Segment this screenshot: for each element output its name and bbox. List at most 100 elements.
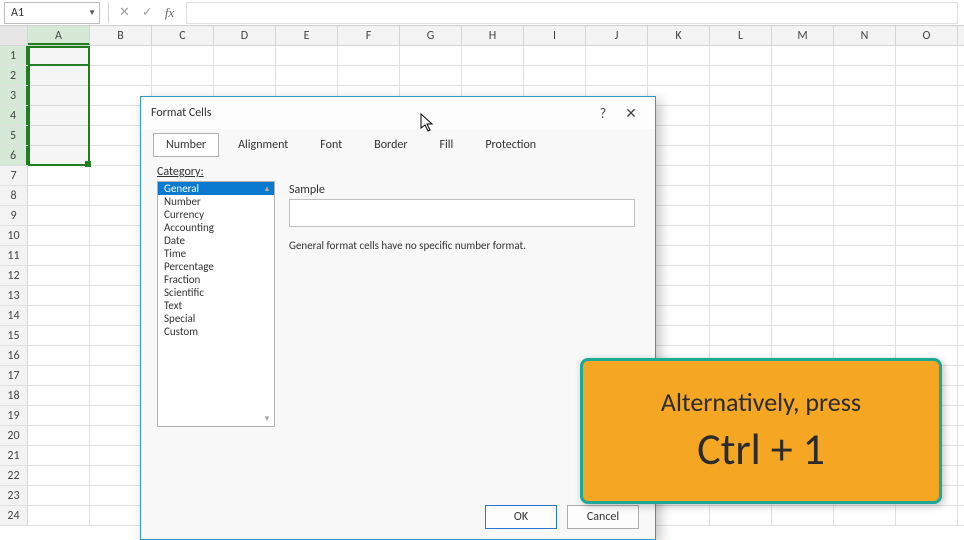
row-header[interactable]: 5	[0, 126, 28, 145]
column-header[interactable]: J	[586, 26, 648, 45]
cell[interactable]	[28, 486, 90, 505]
row-header[interactable]: 15	[0, 326, 28, 345]
tab-font[interactable]: Font	[307, 133, 355, 157]
cell[interactable]	[834, 226, 896, 245]
cell[interactable]	[524, 46, 586, 65]
cell[interactable]	[896, 166, 958, 185]
row-header[interactable]: 19	[0, 406, 28, 425]
cell[interactable]	[400, 46, 462, 65]
cell[interactable]	[710, 66, 772, 85]
cell[interactable]	[710, 286, 772, 305]
cell[interactable]	[834, 66, 896, 85]
cell[interactable]	[648, 266, 710, 285]
cell[interactable]	[28, 346, 90, 365]
fx-icon[interactable]: fx	[165, 5, 174, 21]
cell[interactable]	[896, 146, 958, 165]
column-header[interactable]: G	[400, 26, 462, 45]
column-header[interactable]: O	[896, 26, 958, 45]
cell[interactable]	[772, 126, 834, 145]
tab-alignment[interactable]: Alignment	[225, 133, 301, 157]
column-header[interactable]: E	[276, 26, 338, 45]
name-box[interactable]: A1 ▼	[4, 2, 100, 24]
dropdown-icon[interactable]: ▼	[88, 8, 96, 18]
cell[interactable]	[710, 226, 772, 245]
cell[interactable]	[28, 86, 90, 105]
cell[interactable]	[28, 366, 90, 385]
cell[interactable]	[896, 46, 958, 65]
cell[interactable]	[772, 186, 834, 205]
cell[interactable]	[772, 226, 834, 245]
cell[interactable]	[772, 86, 834, 105]
row-header[interactable]: 12	[0, 266, 28, 285]
list-item[interactable]: Fraction	[158, 273, 274, 286]
cell[interactable]	[276, 66, 338, 85]
list-item[interactable]: Date	[158, 234, 274, 247]
cell[interactable]	[896, 246, 958, 265]
cell[interactable]	[772, 246, 834, 265]
tab-number[interactable]: Number	[153, 133, 219, 157]
row-header[interactable]: 17	[0, 366, 28, 385]
cell[interactable]	[896, 506, 958, 525]
cell[interactable]	[28, 286, 90, 305]
cell[interactable]	[710, 506, 772, 525]
cell[interactable]	[834, 326, 896, 345]
cell[interactable]	[28, 146, 90, 165]
cell[interactable]	[152, 66, 214, 85]
cancel-button[interactable]: Cancel	[567, 505, 639, 529]
select-all-corner[interactable]	[0, 26, 28, 45]
row-header[interactable]: 23	[0, 486, 28, 505]
cell[interactable]	[648, 306, 710, 325]
cell[interactable]	[28, 206, 90, 225]
cell[interactable]	[710, 126, 772, 145]
cell[interactable]	[834, 306, 896, 325]
row-header[interactable]: 22	[0, 466, 28, 485]
cell[interactable]	[648, 166, 710, 185]
cell[interactable]	[28, 246, 90, 265]
cell[interactable]	[28, 466, 90, 485]
listbox-scrollbar[interactable]: ▲ ▼	[262, 184, 272, 424]
cell[interactable]	[28, 186, 90, 205]
cell[interactable]	[28, 406, 90, 425]
scroll-up-icon[interactable]: ▲	[263, 184, 271, 194]
cell[interactable]	[834, 126, 896, 145]
row-header[interactable]: 21	[0, 446, 28, 465]
cell[interactable]	[710, 166, 772, 185]
row-header[interactable]: 16	[0, 346, 28, 365]
tab-border[interactable]: Border	[361, 133, 420, 157]
cell[interactable]	[648, 226, 710, 245]
cell[interactable]	[586, 66, 648, 85]
cell[interactable]	[772, 166, 834, 185]
cell[interactable]	[772, 326, 834, 345]
column-header[interactable]: N	[834, 26, 896, 45]
cell[interactable]	[710, 266, 772, 285]
ok-button[interactable]: OK	[485, 505, 557, 529]
row-header[interactable]: 10	[0, 226, 28, 245]
cell[interactable]	[648, 186, 710, 205]
cell[interactable]	[896, 286, 958, 305]
cell[interactable]	[648, 46, 710, 65]
cell[interactable]	[772, 506, 834, 525]
cell[interactable]	[462, 66, 524, 85]
cell[interactable]	[834, 286, 896, 305]
cell[interactable]	[772, 266, 834, 285]
cell[interactable]	[28, 506, 90, 525]
cell[interactable]	[28, 386, 90, 405]
cell[interactable]	[834, 206, 896, 225]
tab-fill[interactable]: Fill	[427, 133, 467, 157]
cell[interactable]	[28, 226, 90, 245]
cell[interactable]	[28, 166, 90, 185]
list-item[interactable]: Accounting	[158, 221, 274, 234]
column-header[interactable]: C	[152, 26, 214, 45]
cell[interactable]	[28, 306, 90, 325]
cell[interactable]	[896, 86, 958, 105]
cell[interactable]	[834, 186, 896, 205]
cell[interactable]	[648, 286, 710, 305]
row-header[interactable]: 14	[0, 306, 28, 325]
close-button[interactable]: ✕	[617, 105, 645, 122]
cell[interactable]	[772, 306, 834, 325]
cell[interactable]	[834, 166, 896, 185]
cell[interactable]	[28, 426, 90, 445]
column-header[interactable]: L	[710, 26, 772, 45]
cell[interactable]	[214, 66, 276, 85]
list-item[interactable]: Text	[158, 299, 274, 312]
